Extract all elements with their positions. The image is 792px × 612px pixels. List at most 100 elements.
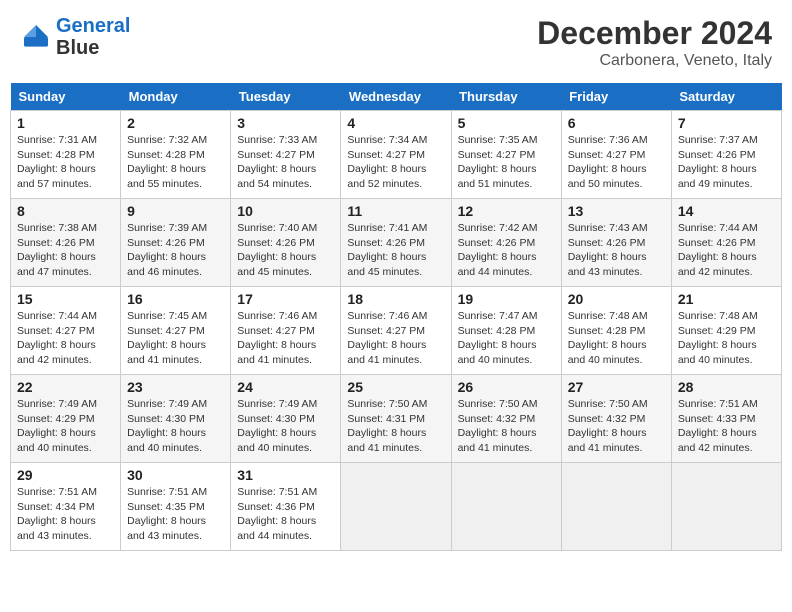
weekday-header-monday: Monday [121,83,231,111]
calendar-cell: 19 Sunrise: 7:47 AMSunset: 4:28 PMDayligh… [451,287,561,375]
day-info: Sunrise: 7:41 AMSunset: 4:26 PMDaylight:… [347,221,444,280]
day-number: 26 [458,379,555,395]
day-info: Sunrise: 7:50 AMSunset: 4:31 PMDaylight:… [347,397,444,456]
calendar-cell: 23Sunrise: 7:49 AMSunset: 4:30 PMDayligh… [121,375,231,463]
day-info: Sunrise: 7:44 AMSunset: 4:26 PMDaylight:… [678,221,775,280]
calendar-cell: 11 Sunrise: 7:41 AMSunset: 4:26 PMDayligh… [341,199,451,287]
day-number: 4 [347,115,444,131]
day-number: 15 [17,291,114,307]
logo-icon [20,21,52,53]
calendar-cell: 13 Sunrise: 7:43 AMSunset: 4:26 PMDayligh… [561,199,671,287]
calendar-cell: 5 Sunrise: 7:35 AMSunset: 4:27 PMDaylight… [451,111,561,199]
day-number: 28 [678,379,775,395]
calendar-cell: 2Sunrise: 7:32 AMSunset: 4:28 PMDaylight… [121,111,231,199]
calendar-cell: 28 Sunrise: 7:51 AMSunset: 4:33 PMDayligh… [671,375,781,463]
calendar-cell [341,463,451,551]
calendar-cell: 15 Sunrise: 7:44 AMSunset: 4:27 PMDayligh… [11,287,121,375]
day-info: Sunrise: 7:48 AMSunset: 4:28 PMDaylight:… [568,309,665,368]
day-info: Sunrise: 7:32 AMSunset: 4:28 PMDaylight:… [127,133,224,192]
weekday-header-thursday: Thursday [451,83,561,111]
calendar-cell: 24 Sunrise: 7:49 AMSunset: 4:30 PMDayligh… [231,375,341,463]
day-info: Sunrise: 7:44 AMSunset: 4:27 PMDaylight:… [17,309,114,368]
calendar-week-1: 1 Sunrise: 7:31 AMSunset: 4:28 PMDaylight… [11,111,782,199]
day-number: 11 [347,203,444,219]
day-number: 27 [568,379,665,395]
calendar-cell: 22 Sunrise: 7:49 AMSunset: 4:29 PMDayligh… [11,375,121,463]
calendar-cell: 29 Sunrise: 7:51 AMSunset: 4:34 PMDayligh… [11,463,121,551]
calendar-cell: 9Sunrise: 7:39 AMSunset: 4:26 PMDaylight… [121,199,231,287]
day-info: Sunrise: 7:51 AMSunset: 4:33 PMDaylight:… [678,397,775,456]
day-number: 16 [127,291,224,307]
month-title: December 2024 [537,15,772,52]
day-number: 6 [568,115,665,131]
day-info: Sunrise: 7:47 AMSunset: 4:28 PMDaylight:… [458,309,555,368]
day-info: Sunrise: 7:49 AMSunset: 4:30 PMDaylight:… [127,397,224,456]
calendar-cell: 3 Sunrise: 7:33 AMSunset: 4:27 PMDaylight… [231,111,341,199]
day-number: 20 [568,291,665,307]
day-info: Sunrise: 7:46 AMSunset: 4:27 PMDaylight:… [237,309,334,368]
calendar-cell: 8 Sunrise: 7:38 AMSunset: 4:26 PMDaylight… [11,199,121,287]
day-number: 7 [678,115,775,131]
day-info: Sunrise: 7:37 AMSunset: 4:26 PMDaylight:… [678,133,775,192]
day-info: Sunrise: 7:40 AMSunset: 4:26 PMDaylight:… [237,221,334,280]
calendar-cell: 21Sunrise: 7:48 AMSunset: 4:29 PMDayligh… [671,287,781,375]
calendar-cell: 1 Sunrise: 7:31 AMSunset: 4:28 PMDaylight… [11,111,121,199]
weekday-header-tuesday: Tuesday [231,83,341,111]
calendar-cell: 16Sunrise: 7:45 AMSunset: 4:27 PMDayligh… [121,287,231,375]
day-info: Sunrise: 7:38 AMSunset: 4:26 PMDaylight:… [17,221,114,280]
day-number: 8 [17,203,114,219]
title-section: December 2024 Carbonera, Veneto, Italy [537,15,772,70]
day-info: Sunrise: 7:35 AMSunset: 4:27 PMDaylight:… [458,133,555,192]
day-number: 3 [237,115,334,131]
day-number: 25 [347,379,444,395]
day-number: 29 [17,467,114,483]
day-number: 1 [17,115,114,131]
calendar-week-2: 8 Sunrise: 7:38 AMSunset: 4:26 PMDaylight… [11,199,782,287]
day-info: Sunrise: 7:50 AMSunset: 4:32 PMDaylight:… [568,397,665,456]
day-number: 14 [678,203,775,219]
calendar-cell: 20 Sunrise: 7:48 AMSunset: 4:28 PMDayligh… [561,287,671,375]
day-number: 19 [458,291,555,307]
day-info: Sunrise: 7:48 AMSunset: 4:29 PMDaylight:… [678,309,775,368]
calendar-cell [671,463,781,551]
weekday-header-row: SundayMondayTuesdayWednesdayThursdayFrid… [11,83,782,111]
calendar-cell: 6 Sunrise: 7:36 AMSunset: 4:27 PMDaylight… [561,111,671,199]
day-info: Sunrise: 7:43 AMSunset: 4:26 PMDaylight:… [568,221,665,280]
calendar-cell: 27 Sunrise: 7:50 AMSunset: 4:32 PMDayligh… [561,375,671,463]
day-info: Sunrise: 7:42 AMSunset: 4:26 PMDaylight:… [458,221,555,280]
day-number: 31 [237,467,334,483]
day-info: Sunrise: 7:31 AMSunset: 4:28 PMDaylight:… [17,133,114,192]
calendar-week-3: 15 Sunrise: 7:44 AMSunset: 4:27 PMDayligh… [11,287,782,375]
day-number: 5 [458,115,555,131]
calendar-cell [561,463,671,551]
day-number: 18 [347,291,444,307]
calendar-cell: 31 Sunrise: 7:51 AMSunset: 4:36 PMDayligh… [231,463,341,551]
day-number: 13 [568,203,665,219]
page-header: General Blue December 2024 Carbonera, Ve… [10,10,782,75]
day-info: Sunrise: 7:49 AMSunset: 4:29 PMDaylight:… [17,397,114,456]
weekday-header-friday: Friday [561,83,671,111]
day-info: Sunrise: 7:51 AMSunset: 4:36 PMDaylight:… [237,485,334,544]
calendar-week-4: 22 Sunrise: 7:49 AMSunset: 4:29 PMDayligh… [11,375,782,463]
calendar-cell: 18Sunrise: 7:46 AMSunset: 4:27 PMDayligh… [341,287,451,375]
day-number: 22 [17,379,114,395]
calendar-cell: 30Sunrise: 7:51 AMSunset: 4:35 PMDayligh… [121,463,231,551]
weekday-header-sunday: Sunday [11,83,121,111]
day-info: Sunrise: 7:36 AMSunset: 4:27 PMDaylight:… [568,133,665,192]
calendar-cell: 7 Sunrise: 7:37 AMSunset: 4:26 PMDaylight… [671,111,781,199]
location-subtitle: Carbonera, Veneto, Italy [537,52,772,70]
logo: General Blue [20,15,130,59]
day-info: Sunrise: 7:51 AMSunset: 4:34 PMDaylight:… [17,485,114,544]
day-info: Sunrise: 7:33 AMSunset: 4:27 PMDaylight:… [237,133,334,192]
weekday-header-saturday: Saturday [671,83,781,111]
calendar-table: SundayMondayTuesdayWednesdayThursdayFrid… [10,83,782,551]
day-number: 24 [237,379,334,395]
day-number: 17 [237,291,334,307]
calendar-cell: 4Sunrise: 7:34 AMSunset: 4:27 PMDaylight… [341,111,451,199]
day-info: Sunrise: 7:49 AMSunset: 4:30 PMDaylight:… [237,397,334,456]
calendar-cell: 14 Sunrise: 7:44 AMSunset: 4:26 PMDayligh… [671,199,781,287]
logo-text: General Blue [56,15,130,59]
day-number: 12 [458,203,555,219]
calendar-cell: 10Sunrise: 7:40 AMSunset: 4:26 PMDayligh… [231,199,341,287]
day-info: Sunrise: 7:39 AMSunset: 4:26 PMDaylight:… [127,221,224,280]
